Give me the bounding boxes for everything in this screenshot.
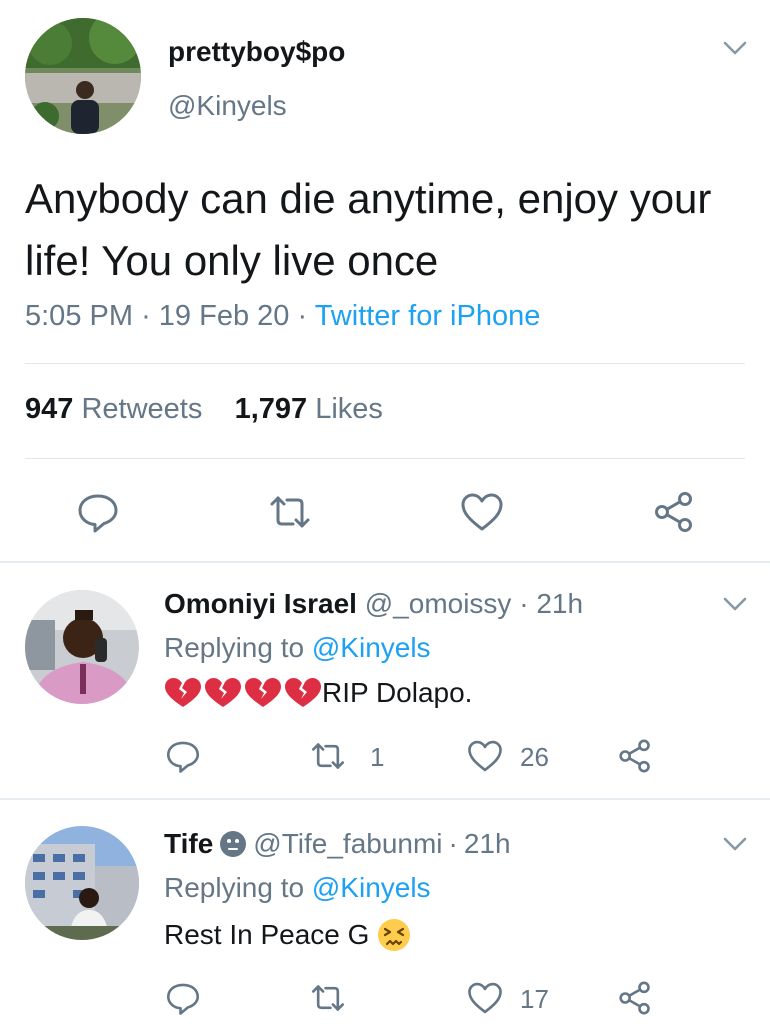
share-icon[interactable] [652,490,696,534]
chevron-down-icon[interactable] [722,836,748,852]
persevering-face-emoji [378,919,411,951]
reply-icon[interactable] [165,738,201,774]
reply-text: RIP Dolapo. [164,676,472,710]
share-icon[interactable] [617,980,653,1016]
chevron-down-icon[interactable] [722,596,748,612]
broken-heart-emoji [165,678,321,707]
reply-text-content: Rest In Peace G [164,919,370,950]
neutral-face-emoji [220,831,247,857]
reply-text: Rest In Peace G [164,918,411,952]
reply-header: Tife @Tife_fabunmi · 21h [164,828,511,860]
main-tweet-text: Anybody can die anytime, enjoy your life… [25,175,712,284]
retweet-icon[interactable] [310,738,346,774]
main-tweet-avatar[interactable] [25,18,141,134]
main-tweet-date: 19 Feb 20 [158,300,290,332]
divider [25,363,745,364]
reply-text-content: RIP Dolapo. [322,677,473,708]
reply-header: Omoniyi Israel @_omoissy · 21h [164,588,583,620]
reply-author-name[interactable]: Tife [164,828,213,860]
likes-count: 1,797 [234,393,308,425]
replying-to: Replying to @Kinyels [164,632,431,664]
tweet-separator [0,561,770,563]
likes-stat[interactable]: 1,797 Likes [235,393,383,425]
main-tweet-author-handle[interactable]: @Kinyels [168,90,287,122]
reply-time: 21h [536,588,584,619]
likes-label: Likes [315,393,383,425]
share-icon[interactable] [617,738,653,774]
retweets-label: Retweets [81,393,203,425]
like-icon[interactable] [460,490,504,534]
reply-author-handle[interactable]: @Tife_fabunmi [253,828,442,860]
reply-like-count: 17 [520,984,549,1014]
replying-to-mention[interactable]: @Kinyels [312,632,431,663]
meta-separator: · [297,300,308,332]
reply-avatar[interactable] [25,826,139,940]
retweet-icon[interactable] [310,980,346,1016]
retweet-icon[interactable] [268,490,312,534]
reply-icon[interactable] [76,490,120,534]
replying-to-label: Replying to [164,632,305,663]
retweets-stat[interactable]: 947 Retweets [25,393,202,425]
divider [25,458,745,459]
main-tweet-stats: 947 Retweets 1,797 Likes [25,393,383,426]
main-tweet-author-name[interactable]: prettyboy$po [168,36,345,68]
chevron-down-icon[interactable] [722,40,748,56]
replying-to-label: Replying to [164,872,305,903]
reply-author-handle[interactable]: @_omoissy [365,588,512,619]
replying-to: Replying to @Kinyels [164,872,431,904]
meta-separator: · [141,300,151,332]
reply-retweet-count: 1 [370,742,385,772]
like-icon[interactable] [467,980,503,1016]
reply-author-name[interactable]: Omoniyi Israel [164,588,357,619]
main-tweet-source-link[interactable]: Twitter for iPhone [315,300,541,332]
reply-icon[interactable] [165,980,201,1016]
main-tweet-time: 5:05 PM [25,300,133,332]
meta-separator: · [448,828,458,859]
meta-separator: · [519,588,529,619]
retweets-count: 947 [25,393,74,425]
reply-time: 21h [463,828,511,859]
replying-to-mention[interactable]: @Kinyels [312,872,431,903]
main-tweet-meta: 5:05 PM · 19 Feb 20 · Twitter for iPhone [25,300,540,333]
like-icon[interactable] [467,738,503,774]
reply-like-count: 26 [520,742,549,772]
tweet-separator [0,798,770,800]
reply-avatar[interactable] [25,590,139,704]
